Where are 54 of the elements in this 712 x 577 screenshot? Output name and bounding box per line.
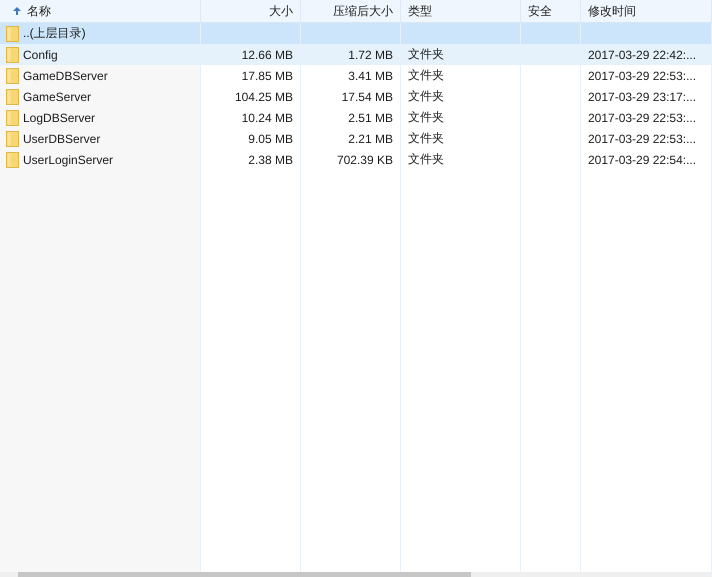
table-cell: 1.72 MB	[348, 48, 393, 62]
file-row[interactable]: UserLoginServer 2.38 MB 702.39 KB 文件夹 2017-03-29 22:54:...	[0, 149, 712, 170]
table-cell: 文件夹	[408, 151, 444, 168]
table-cell: 2.38 MB	[248, 152, 293, 166]
file-name: LogDBServer	[23, 110, 96, 124]
folder-icon	[6, 130, 19, 146]
table-cell: 2017-03-29 22:53:...	[588, 68, 696, 82]
column-header[interactable]: 安全	[521, 0, 581, 22]
table-cell: 文件夹	[408, 130, 444, 147]
column-header[interactable]: 名称	[0, 0, 201, 22]
file-name: GameDBServer	[23, 68, 108, 82]
table-cell: 2017-03-29 22:53:...	[588, 110, 696, 124]
file-name: ..(上层目录)	[23, 25, 86, 42]
folder-icon	[6, 88, 19, 104]
file-row[interactable]: GameServer 104.25 MB 17.54 MB 文件夹 2017-03-29 23:17:...	[0, 86, 712, 107]
folder-icon	[6, 110, 19, 126]
table-cell: 2017-03-29 22:53:...	[588, 132, 696, 146]
table-cell: 文件夹	[408, 46, 444, 63]
table-cell: 2.51 MB	[348, 110, 393, 124]
folder-icon	[6, 68, 19, 84]
table-cell: 12.66 MB	[242, 48, 293, 62]
table-cell: 104.25 MB	[234, 90, 293, 104]
table-cell: 文件夹	[408, 88, 444, 105]
horizontal-scrollbar[interactable]	[0, 572, 712, 577]
file-name: GameServer	[23, 90, 92, 104]
table-cell: 17.85 MB	[242, 68, 293, 82]
column-header[interactable]: 类型	[401, 0, 521, 22]
table-cell: 3.41 MB	[348, 68, 393, 82]
column-header[interactable]: 修改时间	[581, 0, 712, 22]
table-cell: 10.24 MB	[242, 110, 293, 124]
file-name: Config	[23, 48, 58, 62]
folder-icon	[6, 26, 19, 42]
file-row[interactable]: UserDBServer 9.05 MB 2.21 MB 文件夹 2017-03-29 22:53:...	[0, 128, 712, 149]
table-cell: 702.39 KB	[336, 152, 393, 166]
table-cell: 文件夹	[408, 109, 444, 126]
folder-icon	[6, 46, 19, 62]
table-cell: 文件夹	[408, 67, 444, 84]
folder-icon	[6, 152, 19, 168]
column-header[interactable]: 压缩后大小	[301, 0, 401, 22]
table-cell: 2.21 MB	[348, 132, 393, 146]
file-row[interactable]: GameDBServer 17.85 MB 3.41 MB 文件夹 2017-03-29 22:53:...	[0, 65, 712, 86]
file-name: UserLoginServer	[23, 152, 114, 166]
file-row[interactable]: ..(上层目录)	[0, 23, 712, 44]
table-cell: 17.54 MB	[342, 90, 393, 104]
file-row[interactable]: LogDBServer 10.24 MB 2.51 MB 文件夹 2017-03-29 22:53:...	[0, 107, 712, 128]
scrollbar-thumb[interactable]	[18, 572, 471, 577]
table-cell: 2017-03-29 23:17:...	[588, 90, 696, 104]
file-row[interactable]: Config 12.66 MB 1.72 MB 文件夹 2017-03-29 22:42:...	[0, 44, 712, 65]
table-cell: 2017-03-29 22:42:...	[588, 48, 696, 62]
file-name: UserDBServer	[23, 132, 100, 146]
sort-arrow-icon	[13, 7, 21, 15]
column-header[interactable]: 大小	[201, 0, 301, 22]
table-cell: 2017-03-29 22:54:...	[588, 152, 696, 166]
table-cell: 9.05 MB	[248, 132, 293, 146]
